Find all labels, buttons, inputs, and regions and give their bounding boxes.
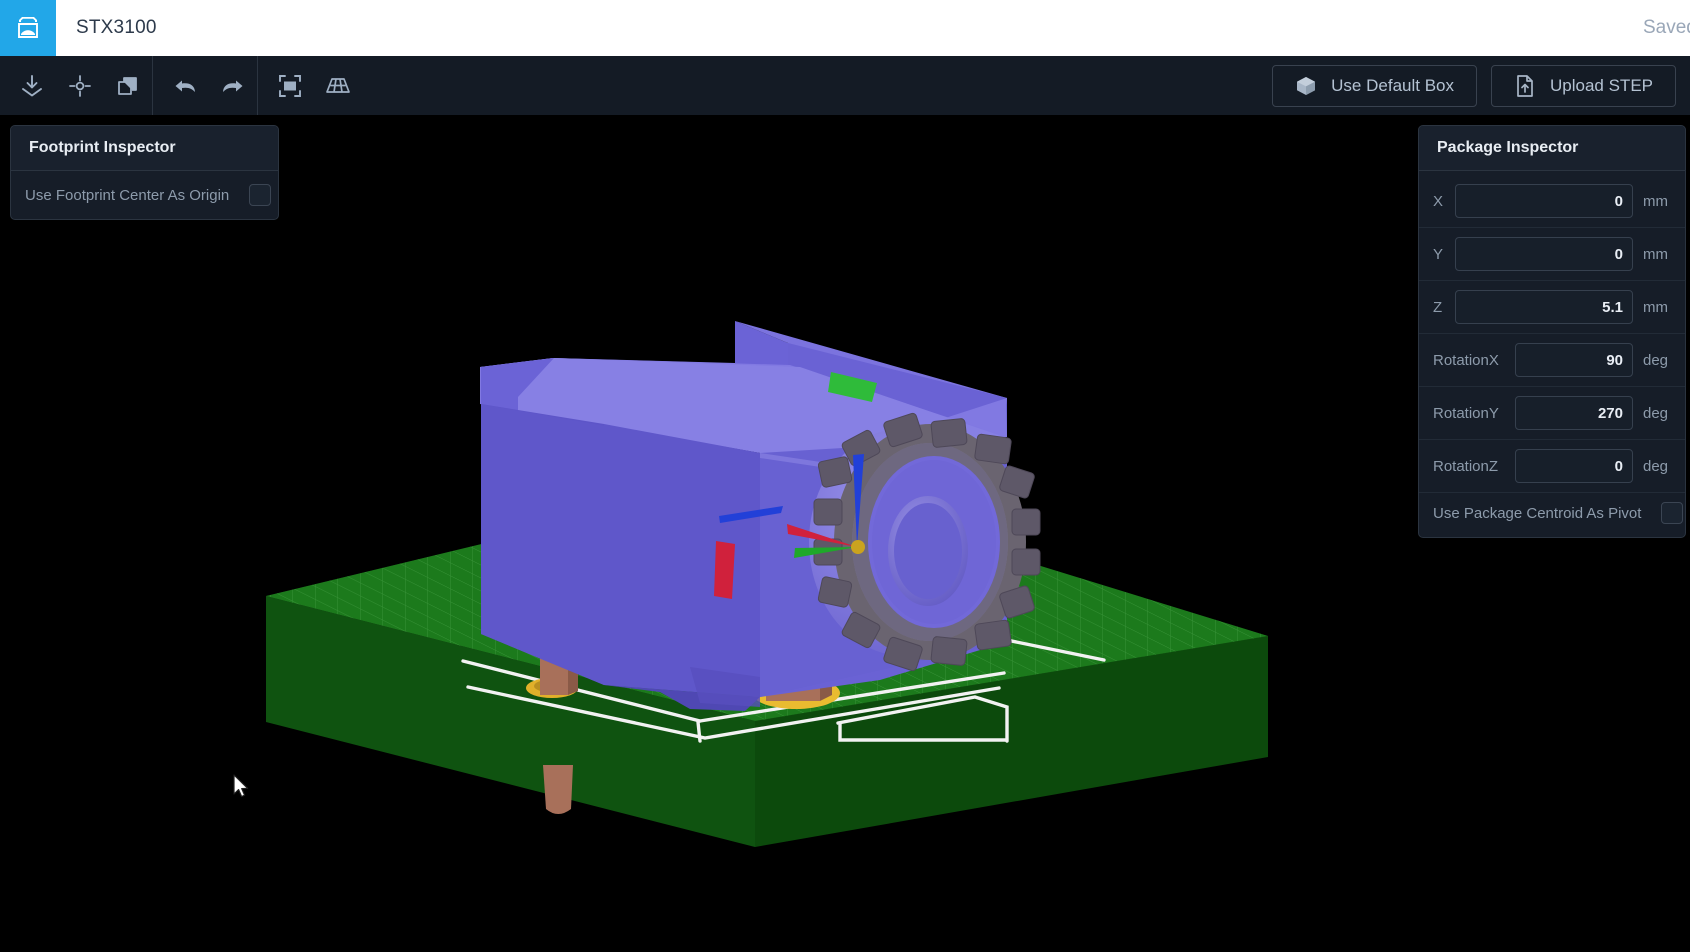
- y-input[interactable]: [1455, 237, 1633, 271]
- file-upload-icon: [1514, 74, 1536, 98]
- field-row-x: X mm: [1419, 175, 1685, 227]
- duplicate-icon: [115, 73, 141, 99]
- main-toolbar: Use Default Box Upload STEP: [0, 56, 1690, 116]
- package-inspector-panel: Package Inspector X mm Y mm Z mm: [1418, 125, 1686, 538]
- pcb-package-logo-icon: [13, 13, 43, 43]
- toolbar-group-view: [258, 56, 362, 115]
- field-label-x: X: [1433, 192, 1444, 210]
- undo-icon: [171, 72, 199, 100]
- package-inspector-title: Package Inspector: [1419, 126, 1685, 171]
- saved-versions-label[interactable]: Saved vers: [1643, 17, 1690, 39]
- rotation-x-input[interactable]: [1515, 343, 1633, 377]
- toolbar-group-file: [0, 56, 152, 115]
- field-row-z: Z mm: [1419, 280, 1685, 333]
- footprint-inspector-title: Footprint Inspector: [11, 126, 278, 171]
- field-label-rotation-x: RotationX: [1433, 351, 1499, 369]
- footprint-inspector-body: Use Footprint Center As Origin: [11, 171, 278, 219]
- fit-view-icon: [277, 73, 303, 99]
- field-label-y: Y: [1433, 245, 1444, 263]
- upload-step-button[interactable]: Upload STEP: [1491, 64, 1676, 107]
- use-package-centroid-row: Use Package Centroid As Pivot: [1419, 492, 1685, 533]
- z-input[interactable]: [1455, 290, 1633, 324]
- redo-icon: [219, 72, 247, 100]
- grid-view-icon-button[interactable]: [314, 56, 362, 115]
- import-icon-button[interactable]: [8, 56, 56, 115]
- use-footprint-center-checkbox[interactable]: [249, 184, 272, 206]
- redo-icon-button[interactable]: [209, 56, 257, 115]
- package-inspector-body: X mm Y mm Z mm RotationX deg: [1419, 171, 1685, 537]
- cube-icon: [1295, 75, 1317, 97]
- page-title: STX3100: [76, 17, 157, 38]
- rotation-x-unit: deg: [1643, 351, 1669, 369]
- import-icon: [19, 73, 45, 99]
- set-origin-icon-button[interactable]: [56, 56, 104, 115]
- field-row-rotation-y: RotationY deg: [1419, 386, 1685, 439]
- fit-view-icon-button[interactable]: [266, 56, 314, 115]
- top-header-bar: STX3100 Saved vers: [0, 0, 1690, 56]
- rotation-z-unit: deg: [1643, 457, 1669, 475]
- field-label-z: Z: [1433, 298, 1443, 316]
- duplicate-icon-button[interactable]: [104, 56, 152, 115]
- toolbar-group-history: [153, 56, 257, 115]
- use-footprint-center-label: Use Footprint Center As Origin: [25, 186, 230, 204]
- z-unit: mm: [1643, 298, 1668, 316]
- rotation-z-input[interactable]: [1515, 449, 1633, 483]
- rotation-y-unit: deg: [1643, 404, 1669, 422]
- field-label-rotation-z: RotationZ: [1433, 457, 1499, 475]
- use-footprint-center-row: Use Footprint Center As Origin: [11, 175, 278, 215]
- upload-step-label: Upload STEP: [1550, 75, 1653, 95]
- field-row-rotation-z: RotationZ deg: [1419, 439, 1685, 492]
- app-logo[interactable]: [0, 0, 56, 56]
- x-input[interactable]: [1455, 184, 1633, 218]
- use-default-box-button[interactable]: Use Default Box: [1272, 64, 1477, 107]
- 3d-viewport[interactable]: Footprint Inspector Use Footprint Center…: [0, 117, 1690, 952]
- rotation-y-input[interactable]: [1515, 396, 1633, 430]
- field-label-rotation-y: RotationY: [1433, 404, 1499, 422]
- x-unit: mm: [1643, 192, 1668, 210]
- use-default-box-label: Use Default Box: [1331, 75, 1454, 95]
- field-row-y: Y mm: [1419, 227, 1685, 280]
- grid-view-icon: [324, 72, 352, 100]
- footprint-inspector-panel: Footprint Inspector Use Footprint Center…: [10, 125, 279, 220]
- field-row-rotation-x: RotationX deg: [1419, 333, 1685, 386]
- use-package-centroid-label: Use Package Centroid As Pivot: [1433, 504, 1642, 522]
- set-origin-icon: [67, 73, 93, 99]
- y-unit: mm: [1643, 245, 1668, 263]
- use-package-centroid-checkbox[interactable]: [1661, 502, 1684, 524]
- undo-icon-button[interactable]: [161, 56, 209, 115]
- app-root: STX3100 Saved vers: [0, 0, 1690, 952]
